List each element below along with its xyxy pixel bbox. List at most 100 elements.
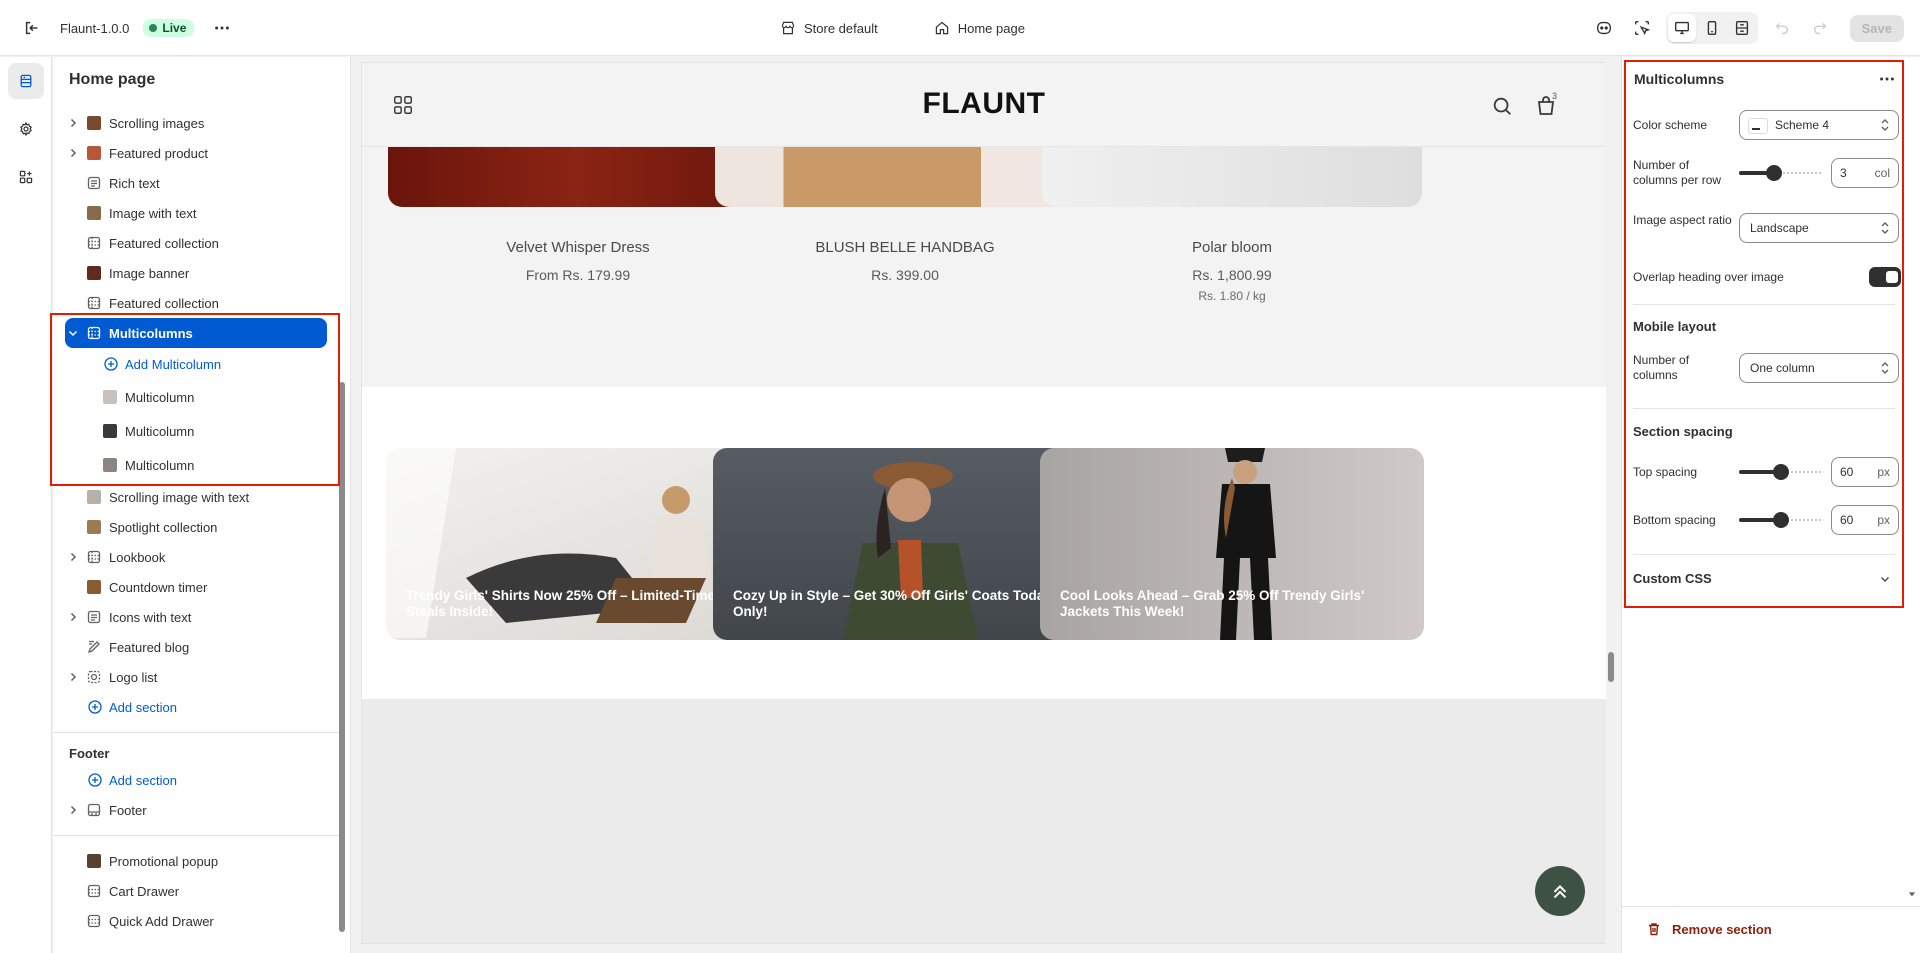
block-item-multicolumn[interactable]: Multicolumn (53, 380, 339, 414)
top-spacing-input[interactable]: 60 px (1831, 457, 1899, 487)
columns-per-row-label: Number of columns per row (1633, 158, 1722, 187)
undo-icon[interactable] (1768, 14, 1796, 42)
product-image[interactable] (1042, 137, 1422, 207)
more-actions-icon[interactable] (208, 14, 236, 42)
remove-section-button[interactable]: Remove section (1646, 921, 1772, 937)
fullscreen-view-icon[interactable] (1728, 14, 1756, 42)
section-item-lookbook[interactable]: Lookbook (53, 542, 339, 572)
multicolumn-card[interactable]: Cool Looks Ahead – Grab 25% Off Trendy G… (1040, 448, 1424, 640)
preview-scrollbar-thumb[interactable] (1608, 652, 1614, 682)
section-item-icons-with-text[interactable]: Icons with text (53, 602, 339, 632)
desktop-view-icon[interactable] (1667, 14, 1696, 42)
chevron-right-icon[interactable] (67, 117, 79, 129)
section-item-scrolling-images[interactable]: Scrolling images (53, 108, 339, 138)
save-button[interactable]: Save (1849, 14, 1904, 42)
product-image[interactable] (715, 137, 1095, 207)
page-selector[interactable]: Home page (934, 20, 1025, 36)
product-title[interactable]: Velvet Whisper Dress (388, 239, 768, 256)
store-logo[interactable]: FLAUNT (362, 87, 1606, 121)
store-selector[interactable]: Store default (780, 20, 878, 36)
section-item-featured-product[interactable]: Featured product (53, 138, 339, 168)
mobile-columns-select[interactable]: One column (1739, 353, 1899, 383)
storefront-preview[interactable]: FLAUNT 3 Velvet Whisper Dress From Rs. 1… (362, 63, 1606, 943)
section-item-spotlight-collection[interactable]: Spotlight collection (53, 512, 339, 542)
section-item-label: Rich text (109, 175, 160, 191)
bottom-spacing-slider[interactable] (1739, 505, 1823, 535)
product-price: From Rs. 179.99 (525, 267, 631, 283)
preview-scrollbar[interactable] (1606, 57, 1616, 953)
sidekick-icon[interactable] (1590, 14, 1618, 42)
overlay-item-quick-add-drawer[interactable]: Quick Add Drawer (53, 906, 339, 936)
footer-add-section-button[interactable]: Add section (53, 765, 339, 795)
aspect-ratio-field: Image aspect ratio Landscape (1633, 211, 1899, 247)
custom-css-accordion[interactable]: Custom CSS (1633, 563, 1895, 593)
section-item-scrolling-image-with-text[interactable]: Scrolling image with text (53, 482, 339, 512)
block-item-multicolumn[interactable]: Multicolumn (53, 414, 339, 448)
product-image[interactable] (388, 137, 768, 207)
top-spacing-value: 60 (1840, 465, 1854, 479)
more-options-icon[interactable] (1873, 65, 1901, 93)
slider-handle[interactable] (1773, 464, 1789, 480)
overlay-item-promotional-popup[interactable]: Promotional popup (53, 846, 339, 876)
overlap-heading-toggle[interactable] (1869, 267, 1901, 287)
section-item-countdown-timer[interactable]: Countdown timer (53, 572, 339, 602)
section-thumbnail (87, 854, 101, 868)
page-label: Home page (957, 20, 1025, 36)
block-item-multicolumn[interactable]: Multicolumn (53, 448, 339, 482)
chevron-down-icon[interactable] (67, 327, 79, 339)
columns-slider[interactable] (1739, 158, 1823, 188)
chevron-right-icon[interactable] (67, 804, 79, 816)
multicolumn-section[interactable]: Trendy Girls' Shirts Now 25% Off – Limit… (362, 387, 1606, 699)
blog-icon (87, 640, 100, 654)
chevron-right-icon[interactable] (67, 147, 79, 159)
theme-settings-icon[interactable] (8, 111, 44, 147)
section-item-featured-blog[interactable]: Featured blog (53, 632, 339, 662)
section-item-label: Quick Add Drawer (109, 913, 214, 929)
sidebar-scrollbar[interactable] (338, 157, 346, 937)
panel-scroll-arrow-icon[interactable] (1908, 890, 1916, 898)
section-item-featured-collection[interactable]: Featured collection (53, 228, 339, 258)
slider-handle[interactable] (1766, 165, 1782, 181)
chevron-right-icon[interactable] (67, 671, 79, 683)
section-item-label: Countdown timer (109, 579, 208, 595)
add-multicolumn-button[interactable]: Add Multicolumn (53, 348, 339, 380)
section-item-image-banner[interactable]: Image banner (53, 258, 339, 288)
add-section-button[interactable]: Add section (53, 692, 339, 722)
search-icon[interactable] (1491, 95, 1513, 117)
color-scheme-select[interactable]: Scheme 4 (1739, 110, 1899, 140)
columns-number-input[interactable]: 3 col (1831, 158, 1899, 188)
section-item-image-with-text[interactable]: Image with text (53, 198, 339, 228)
mobile-view-icon[interactable] (1698, 14, 1726, 42)
section-thumbnail (87, 580, 101, 594)
top-bar-left: Flaunt-1.0.0 Live (18, 0, 236, 56)
site-header: FLAUNT 3 (362, 63, 1606, 147)
aspect-ratio-select[interactable]: Landscape (1739, 213, 1899, 243)
panel-divider (1633, 304, 1895, 305)
chevron-right-icon[interactable] (67, 611, 79, 623)
slider-handle[interactable] (1773, 512, 1789, 528)
bottom-spacing-input[interactable]: 60 px (1831, 505, 1899, 535)
overlay-item-cart-drawer[interactable]: Cart Drawer (53, 876, 339, 906)
section-item-label: Footer (109, 802, 147, 818)
section-item-multicolumns[interactable]: Multicolumns (65, 318, 327, 348)
inspector-icon[interactable] (1628, 14, 1656, 42)
section-item-logo-list[interactable]: Logo list (53, 662, 339, 692)
redo-icon[interactable] (1806, 14, 1834, 42)
product-title[interactable]: BLUSH BELLE HANDBAG (715, 239, 1095, 256)
section-item-rich-text[interactable]: Rich text (53, 168, 339, 198)
top-spacing-slider[interactable] (1739, 457, 1823, 487)
section-item-footer[interactable]: Footer (53, 795, 339, 825)
product-unit-price: Rs. 1.80 / kg (1198, 289, 1266, 303)
chevron-right-icon[interactable] (67, 551, 79, 563)
section-item-label: Image with text (109, 205, 197, 221)
mobile-columns-value: One column (1750, 361, 1815, 375)
top-spacing-label: Top spacing (1633, 465, 1698, 479)
back-to-top-button[interactable] (1535, 866, 1585, 916)
exit-icon[interactable] (18, 14, 46, 42)
sidebar-scrollbar-thumb[interactable] (339, 382, 345, 932)
product-title[interactable]: Polar bloom (1042, 239, 1422, 256)
sections-icon[interactable] (8, 63, 44, 99)
apps-icon[interactable] (8, 159, 44, 195)
section-item-featured-collection-2[interactable]: Featured collection (53, 288, 339, 318)
live-badge: Live (143, 19, 195, 37)
